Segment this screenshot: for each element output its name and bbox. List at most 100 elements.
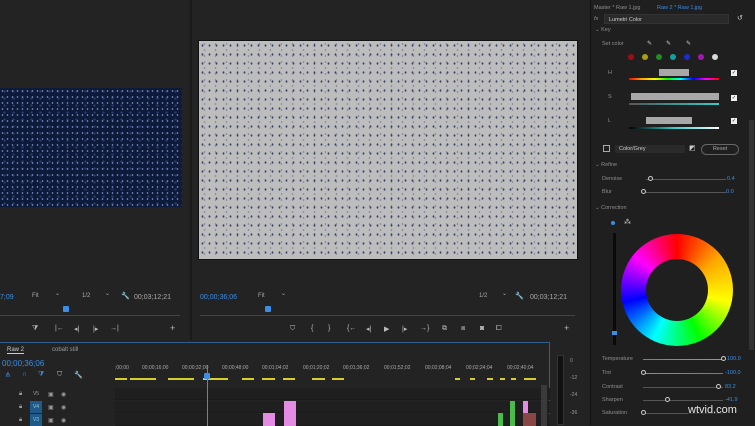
s-range[interactable] xyxy=(631,93,719,100)
color-swatch[interactable] xyxy=(684,54,690,60)
color-swatch[interactable] xyxy=(628,54,634,60)
track-v4[interactable] xyxy=(115,401,550,413)
timeline-timecode[interactable]: 00;00;36;06 xyxy=(2,359,44,368)
play-icon[interactable]: ▶ xyxy=(384,325,389,333)
tab-master[interactable]: Master * Raw 1.jpg xyxy=(594,5,640,11)
program-timecode[interactable]: 00;00;36;06 xyxy=(200,294,237,301)
timeline-playhead[interactable] xyxy=(204,373,210,379)
track-v5[interactable] xyxy=(115,388,550,400)
extract-icon[interactable]: ⧈ xyxy=(461,325,465,333)
wrench-icon[interactable]: 🔧 xyxy=(515,292,524,300)
eyedropper-subtract-icon[interactable]: ✎ xyxy=(686,40,691,47)
tab-cobalt-still[interactable]: cobalt still xyxy=(52,347,78,353)
temperature-value[interactable]: 100.0 xyxy=(727,356,741,362)
clip[interactable] xyxy=(263,413,275,426)
color-swatch[interactable] xyxy=(656,54,662,60)
step-back-icon[interactable]: ◂| xyxy=(366,325,371,333)
color-swatch[interactable] xyxy=(712,54,718,60)
tab-raw-2[interactable]: Raw 2 xyxy=(7,347,25,354)
eyedropper-add-icon[interactable]: ✎ xyxy=(666,40,671,47)
effect-dropdown[interactable]: Lumetri Color xyxy=(604,14,729,24)
comparison-view-icon[interactable]: ⧠ xyxy=(496,325,502,333)
go-to-in-icon[interactable]: |← xyxy=(55,325,64,332)
source-playhead[interactable] xyxy=(63,306,69,312)
wheel-mode-dot[interactable] xyxy=(611,221,615,225)
snap-icon[interactable]: ⋔ xyxy=(5,371,11,379)
program-playhead[interactable] xyxy=(265,306,271,312)
sharpen-value[interactable]: -41.9 xyxy=(725,397,738,403)
key-section-toggle[interactable]: ⌄ Key xyxy=(595,27,611,33)
add-button-icon[interactable]: + xyxy=(170,323,175,333)
marker-icon[interactable]: ⛉ xyxy=(290,325,295,333)
track-label-v5[interactable]: V5 xyxy=(30,388,42,400)
clip[interactable] xyxy=(510,401,515,426)
s-checbox[interactable]: ✓ xyxy=(731,95,737,101)
lift-icon[interactable]: ⧉ xyxy=(442,325,447,333)
tab-active-clip[interactable]: Raw 2 * Raw 1.jpg xyxy=(657,5,702,11)
clip[interactable] xyxy=(523,413,536,426)
go-to-in-icon[interactable]: {← xyxy=(347,325,356,332)
color-swatch[interactable] xyxy=(670,54,676,60)
l-range[interactable] xyxy=(646,117,692,124)
toggle-sync-icon[interactable]: ▣ xyxy=(48,417,54,424)
toggle-sync-icon[interactable]: ▣ xyxy=(48,391,54,398)
track-label-v3[interactable]: V3 xyxy=(30,414,42,426)
denoise-knob[interactable] xyxy=(648,176,653,181)
luma-slider-handle[interactable] xyxy=(612,331,617,335)
eye-icon[interactable]: ◉ xyxy=(61,391,66,398)
clip[interactable] xyxy=(523,401,528,413)
blur-value[interactable]: 0.0 xyxy=(726,189,734,195)
reset-effect-icon[interactable]: ↺ xyxy=(737,14,743,22)
denoise-value[interactable]: 0.4 xyxy=(727,176,735,182)
program-resolution-dropdown[interactable]: 1/2 xyxy=(477,290,509,301)
sharpen-slider[interactable] xyxy=(643,400,723,401)
source-timecode[interactable]: 7;09 xyxy=(0,294,14,301)
timeline-scrollbar[interactable] xyxy=(541,385,547,426)
insert-icon[interactable]: ⧩ xyxy=(32,325,38,333)
marker-icon[interactable]: ⛉ xyxy=(57,371,62,379)
wrench-icon[interactable]: 🔧 xyxy=(74,371,83,379)
show-mask-checkbox[interactable] xyxy=(603,145,610,152)
eye-icon[interactable]: ◉ xyxy=(61,417,66,424)
lock-icon[interactable]: 🔒︎ xyxy=(19,391,22,398)
correction-section-toggle[interactable]: ⌄ Correction xyxy=(595,205,627,211)
source-zoom-dropdown[interactable]: Fit xyxy=(30,290,62,301)
camera-icon[interactable]: ◙ xyxy=(480,325,484,332)
program-scrubber[interactable] xyxy=(200,315,575,316)
sharpen-knob[interactable] xyxy=(665,397,670,402)
contrast-knob[interactable] xyxy=(716,384,721,389)
step-forward-icon[interactable]: |▸ xyxy=(93,325,98,333)
step-forward-icon[interactable]: |▸ xyxy=(402,325,407,333)
lock-icon[interactable]: 🔒︎ xyxy=(19,417,22,424)
saturation-knob[interactable] xyxy=(641,410,646,415)
track-v3[interactable] xyxy=(115,414,550,426)
lock-icon[interactable]: 🔒︎ xyxy=(19,404,22,411)
temperature-slider[interactable] xyxy=(643,359,723,360)
program-zoom-dropdown[interactable]: Fit xyxy=(256,290,288,301)
three-way-icon[interactable]: ⁂ xyxy=(624,218,631,226)
source-resolution-dropdown[interactable]: 1/2 xyxy=(80,290,112,301)
l-checkbox[interactable]: ✓ xyxy=(731,118,737,124)
h-checkbox[interactable]: ✓ xyxy=(731,70,737,76)
luma-slider[interactable] xyxy=(613,233,616,345)
go-to-out-icon[interactable]: →| xyxy=(110,325,119,332)
go-to-out-icon[interactable]: →} xyxy=(420,325,429,332)
color-swatch[interactable] xyxy=(698,54,704,60)
eye-icon[interactable]: ◉ xyxy=(61,404,66,411)
invert-mask-icon[interactable]: ◩ xyxy=(689,144,696,152)
clip[interactable] xyxy=(498,413,503,426)
mask-mode-dropdown[interactable]: Color/Grey xyxy=(615,145,685,153)
tint-knob[interactable] xyxy=(641,370,646,375)
tint-value[interactable]: -100.0 xyxy=(725,370,741,376)
step-back-icon[interactable]: ◂| xyxy=(74,325,79,333)
linked-selection-icon[interactable]: ∩ xyxy=(22,371,27,378)
clip[interactable] xyxy=(284,401,296,426)
temperature-knob[interactable] xyxy=(721,356,726,361)
eyedropper-icon[interactable]: ✎ xyxy=(647,40,652,47)
contrast-value[interactable]: 83.2 xyxy=(725,384,736,390)
panel-scrollbar[interactable] xyxy=(749,120,754,350)
tint-slider[interactable] xyxy=(643,373,723,374)
reset-button[interactable]: Reset xyxy=(701,144,739,155)
color-wheel[interactable] xyxy=(621,234,733,346)
mark-in-icon[interactable]: { xyxy=(311,325,313,332)
